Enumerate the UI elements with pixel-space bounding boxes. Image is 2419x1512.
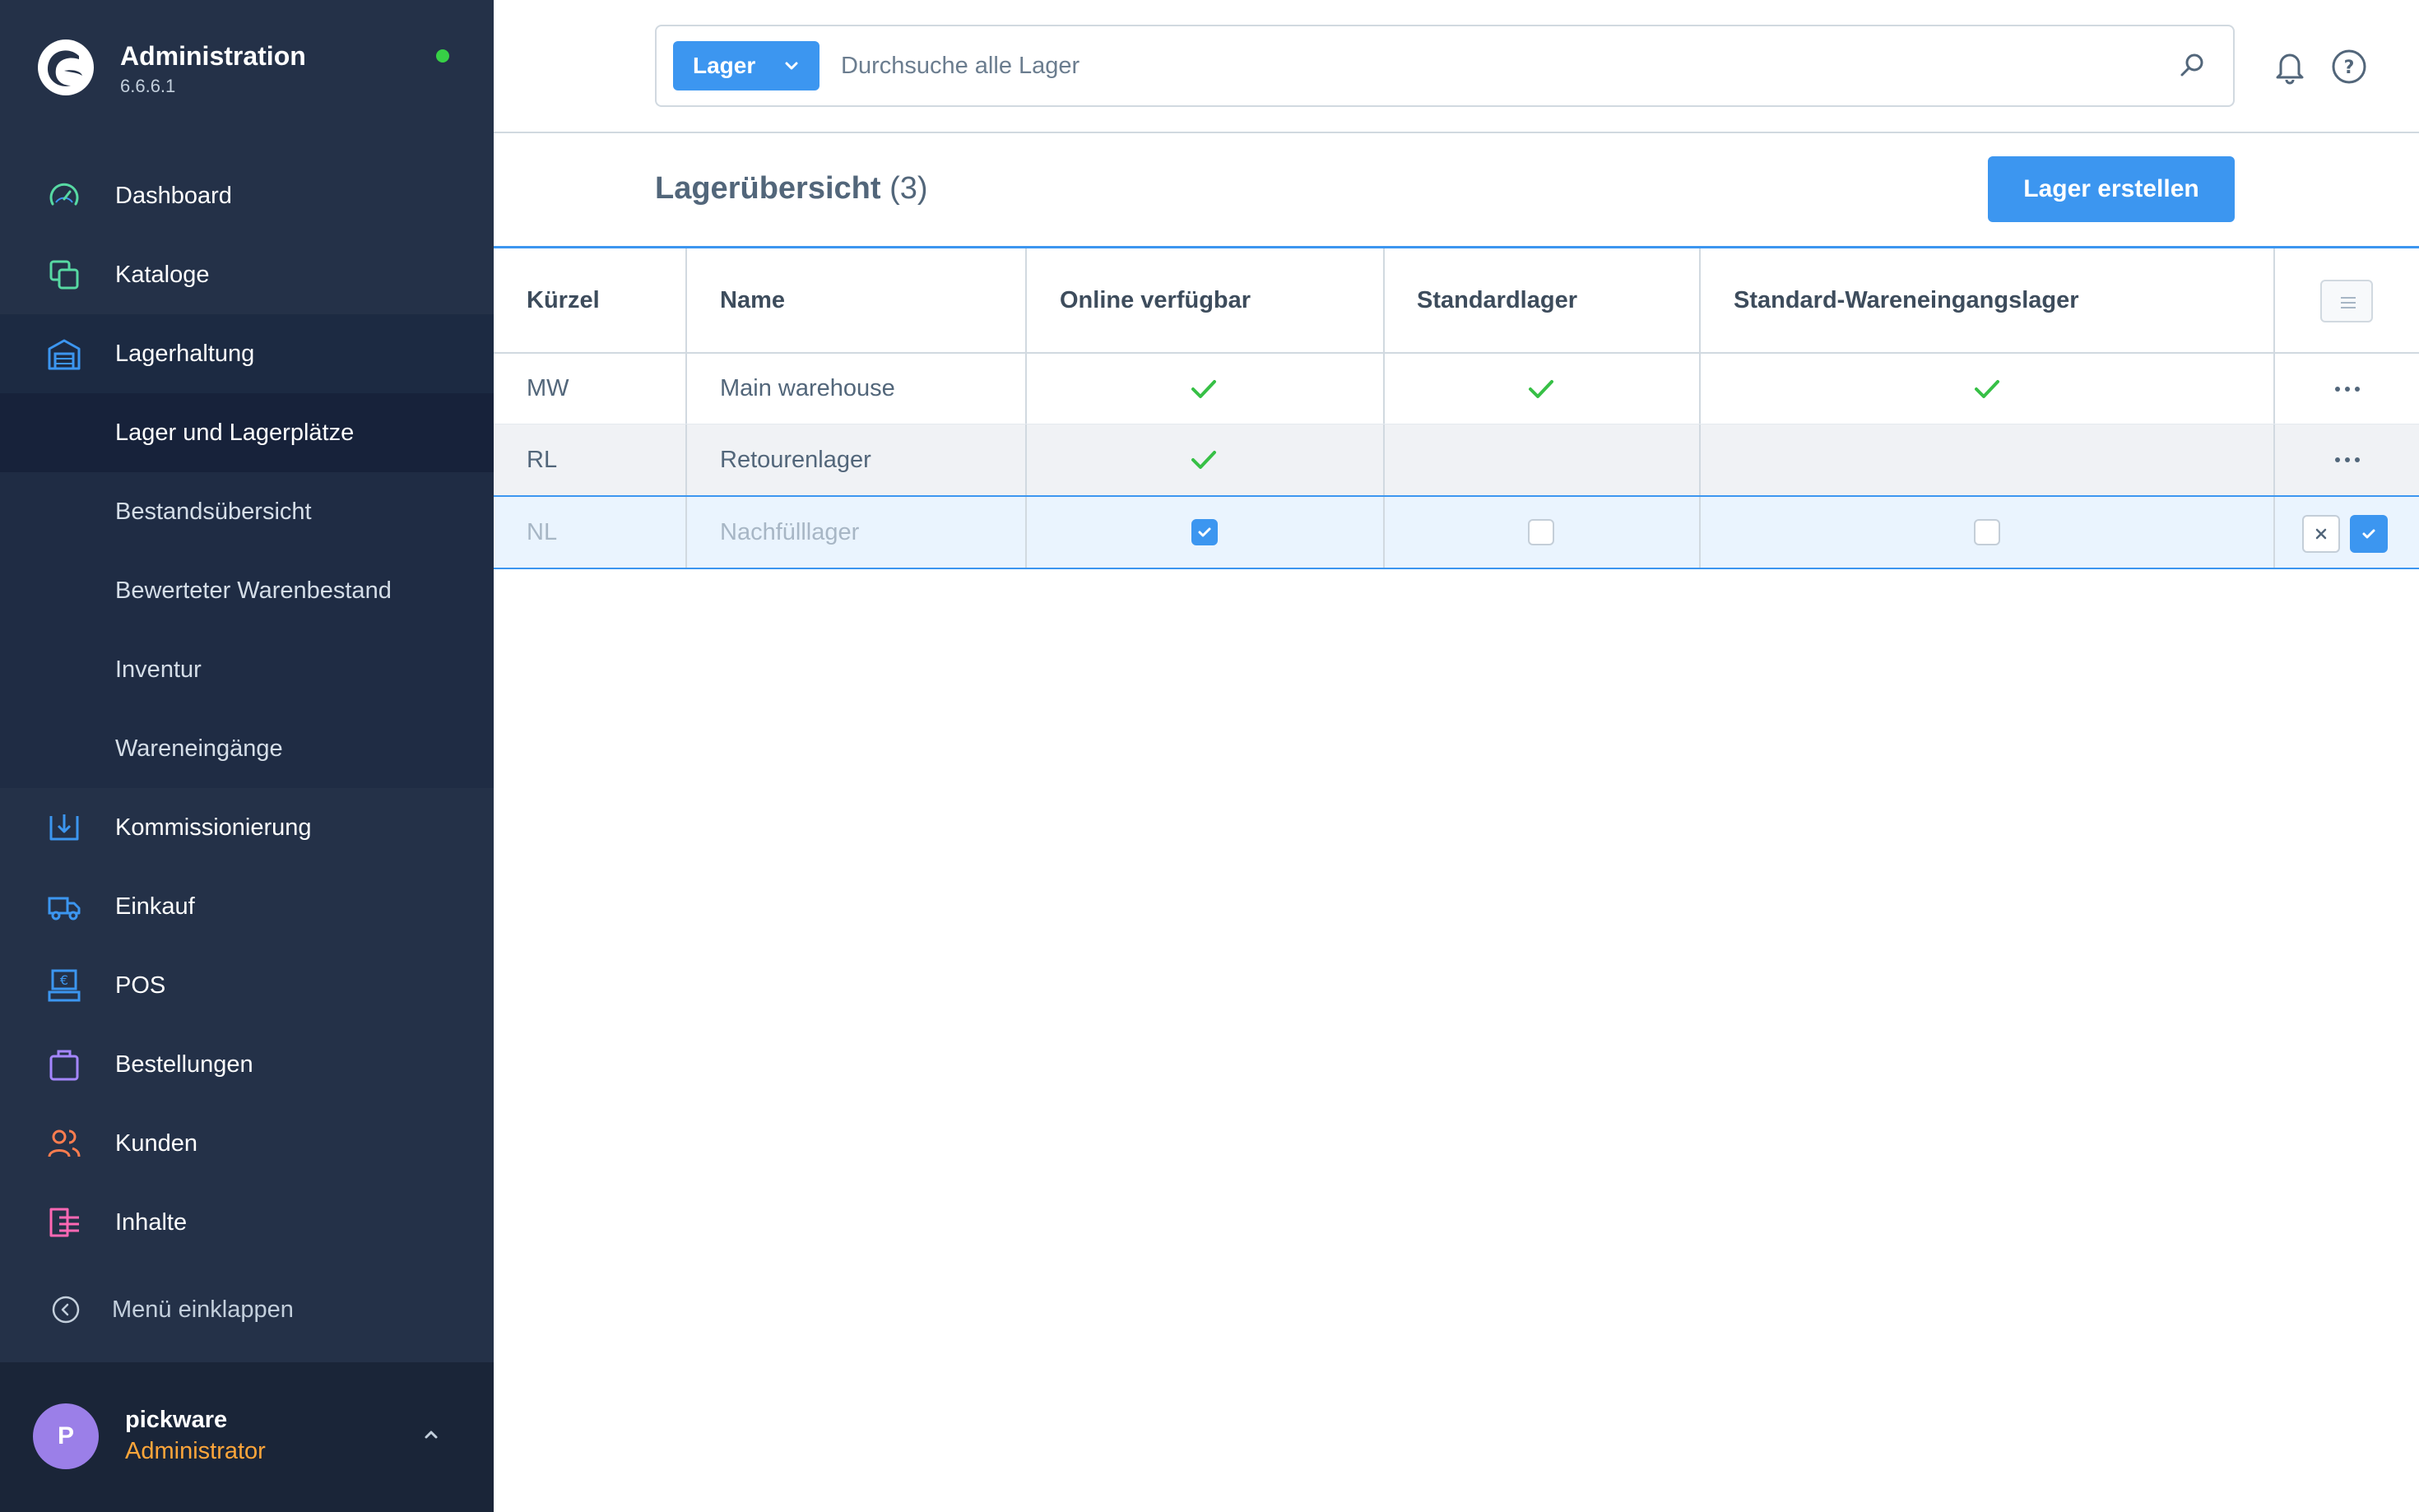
- sidebar-item-label: Einkauf: [115, 893, 195, 920]
- top-bar: Lager ?: [494, 0, 2419, 133]
- sidebar-subitem-bewerteter-warenbestand[interactable]: Bewerteter Warenbestand: [0, 551, 494, 630]
- sidebar-subitem-bestandsuebersicht[interactable]: Bestandsübersicht: [0, 472, 494, 551]
- sidebar-subitem-label: Bestandsübersicht: [115, 498, 312, 525]
- user-profile[interactable]: P pickware Administrator: [0, 1362, 494, 1512]
- sidebar-subitem-lager-und-lagerplaetze[interactable]: Lager und Lagerplätze: [0, 393, 494, 472]
- search-type-label: Lager: [693, 53, 756, 78]
- sidebar-item-kataloge[interactable]: Kataloge: [0, 235, 494, 314]
- column-header-online[interactable]: Online verfügbar: [1060, 248, 1251, 352]
- more-actions-icon[interactable]: [2333, 455, 2362, 465]
- table-row[interactable]: RL Retourenlager: [494, 424, 2419, 495]
- sidebar-item-einkauf[interactable]: Einkauf: [0, 867, 494, 946]
- collapse-menu-label: Menü einklappen: [112, 1296, 294, 1323]
- table-header-row: Kürzel Name Online verfügbar Standardlag…: [494, 248, 2419, 354]
- default-warehouse-checkbox[interactable]: [1528, 519, 1554, 545]
- sidebar-item-label: Kommissionierung: [115, 814, 312, 841]
- app-title: Administration: [120, 41, 306, 71]
- chevron-down-icon: [785, 62, 798, 70]
- sidebar-item-label: Kunden: [115, 1129, 197, 1157]
- column-settings-button[interactable]: [2320, 280, 2373, 322]
- column-header-standard-wareneingangslager[interactable]: Standard-Wareneingangslager: [1734, 248, 2079, 352]
- user-role: Administrator: [125, 1438, 266, 1464]
- cell-name[interactable]: Nachfülllager: [720, 497, 859, 568]
- catalog-icon: [49, 260, 79, 290]
- more-actions-icon[interactable]: [2333, 384, 2362, 394]
- search-input[interactable]: [841, 48, 2157, 84]
- sidebar-item-label: Inhalte: [115, 1208, 188, 1236]
- help-icon[interactable]: ?: [2330, 48, 2368, 86]
- page-title: Lagerübersicht (3): [655, 171, 928, 206]
- picking-icon: [49, 814, 79, 841]
- sidebar-item-label: POS: [115, 972, 166, 999]
- sidebar-subitem-label: Lager und Lagerplätze: [115, 419, 355, 446]
- gauge-icon: [49, 183, 79, 206]
- sidebar-subitem-wareneingaenge[interactable]: Wareneingänge: [0, 709, 494, 788]
- column-header-name[interactable]: Name: [720, 248, 785, 352]
- search-bar: Lager: [655, 25, 2235, 107]
- checkmark-icon: [1975, 380, 1999, 398]
- page-count: (3): [889, 171, 928, 206]
- sidebar-item-label: Dashboard: [115, 182, 232, 209]
- sidebar-subitem-label: Inventur: [115, 656, 202, 683]
- sidebar-subitem-label: Bewerteter Warenbestand: [115, 577, 392, 604]
- cell-code: MW: [527, 375, 569, 401]
- sidebar-item-dashboard[interactable]: Dashboard: [0, 156, 494, 235]
- sidebar-item-label: Bestellungen: [115, 1051, 253, 1078]
- table-row[interactable]: MW Main warehouse: [494, 354, 2419, 424]
- checkmark-icon: [1529, 380, 1553, 398]
- pos-icon: €: [48, 969, 81, 1002]
- shopware-logo-icon[interactable]: [36, 38, 95, 97]
- collapse-menu-button[interactable]: Menü einklappen: [0, 1270, 494, 1349]
- sidebar: Administration 6.6.6.1 Dashboard Katalog…: [0, 0, 494, 1512]
- app-version: 6.6.6.1: [120, 76, 176, 96]
- svg-text:?: ?: [2344, 58, 2355, 78]
- checkmark-icon: [1198, 527, 1211, 537]
- bag-icon: [49, 1050, 79, 1081]
- chevron-up-icon[interactable]: [418, 1422, 444, 1448]
- sidebar-item-kunden[interactable]: Kunden: [0, 1104, 494, 1183]
- inline-save-button[interactable]: [2350, 515, 2388, 553]
- sidebar-item-label: Lagerhaltung: [115, 340, 255, 367]
- inline-cancel-button[interactable]: [2302, 515, 2340, 553]
- default-receiving-checkbox[interactable]: [1974, 519, 2000, 545]
- search-icon[interactable]: [2175, 49, 2208, 82]
- bell-icon[interactable]: [2271, 48, 2309, 86]
- brand: Administration 6.6.6.1: [0, 0, 494, 132]
- sidebar-submenu: Lager und Lagerplätze Bestandsübersicht …: [0, 393, 494, 788]
- cell-code[interactable]: NL: [527, 497, 557, 568]
- customers-icon: [48, 1129, 81, 1157]
- close-icon: [2315, 528, 2327, 540]
- checkmark-icon: [1191, 451, 1216, 469]
- sidebar-item-bestellungen[interactable]: Bestellungen: [0, 1025, 494, 1104]
- cell-name[interactable]: Retourenlager: [720, 424, 871, 495]
- sidebar-item-kommissionierung[interactable]: Kommissionierung: [0, 788, 494, 867]
- page-title-text: Lagerübersicht: [655, 171, 881, 206]
- truck-icon: [48, 897, 81, 921]
- sidebar-item-label: Kataloge: [115, 261, 210, 288]
- sidebar-item-lagerhaltung[interactable]: Lagerhaltung: [0, 314, 494, 393]
- create-warehouse-button[interactable]: Lager erstellen: [1988, 156, 2235, 222]
- sidebar-item-inhalte[interactable]: Inhalte: [0, 1183, 494, 1262]
- menu-icon: [2341, 297, 2356, 308]
- svg-text:€: €: [60, 972, 68, 988]
- cell-code: RL: [527, 446, 558, 473]
- user-name: pickware: [125, 1407, 228, 1433]
- column-header-kuerzel[interactable]: Kürzel: [527, 248, 600, 352]
- checkmark-icon: [2362, 529, 2375, 539]
- cell-name[interactable]: Main warehouse: [720, 354, 895, 424]
- content-icon: [49, 1208, 79, 1237]
- avatar: P: [33, 1403, 99, 1469]
- sidebar-item-pos[interactable]: € POS: [0, 946, 494, 1025]
- chevron-left-circle-icon: [52, 1296, 80, 1324]
- table-row-inline-edit[interactable]: NL Nachfülllager: [494, 495, 2419, 569]
- sidebar-subitem-label: Wareneingänge: [115, 735, 283, 762]
- warehouse-icon: [48, 339, 81, 370]
- page-header: Lagerübersicht (3) Lager erstellen: [494, 133, 2419, 248]
- search-type-dropdown[interactable]: Lager: [673, 41, 819, 90]
- sidebar-subitem-inventur[interactable]: Inventur: [0, 630, 494, 709]
- checkmark-icon: [1191, 380, 1216, 398]
- online-checkbox[interactable]: [1191, 519, 1218, 545]
- online-status-dot: [436, 49, 449, 63]
- column-header-standardlager[interactable]: Standardlager: [1417, 248, 1577, 352]
